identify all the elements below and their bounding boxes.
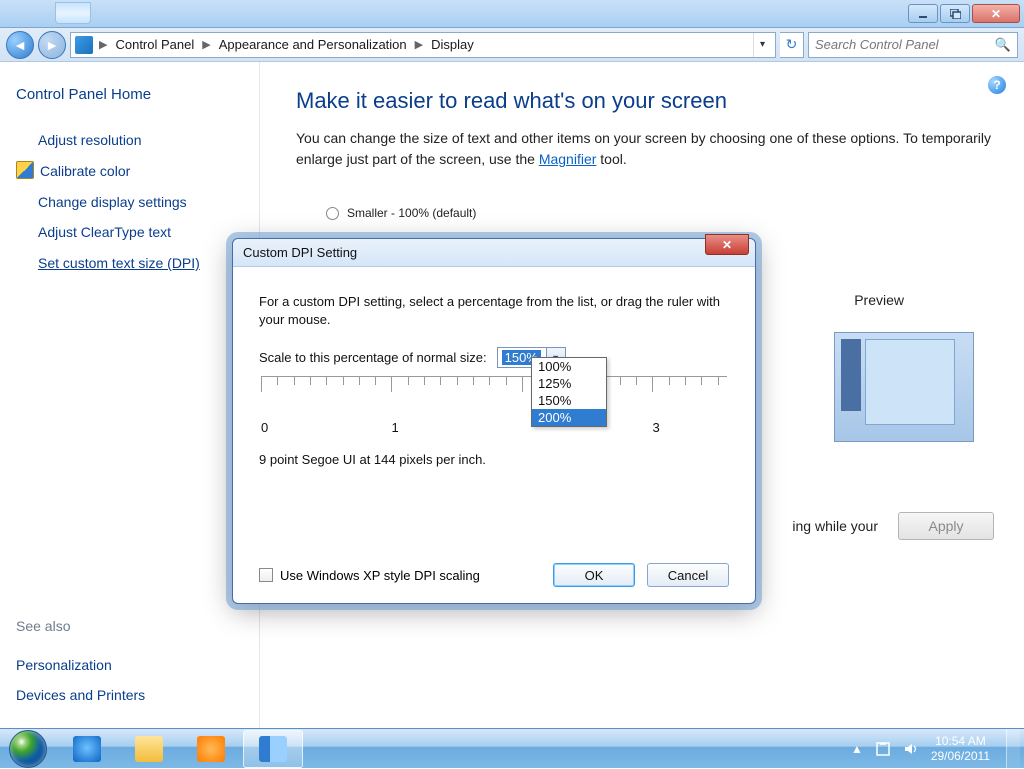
- crumb-appearance[interactable]: Appearance and Personalization: [215, 37, 411, 52]
- radio-icon[interactable]: [326, 207, 339, 220]
- sidebar-item-change-settings[interactable]: Change display settings: [38, 187, 243, 218]
- magnifier-link[interactable]: Magnifier: [539, 151, 597, 167]
- sidebar-item-custom-dpi[interactable]: Set custom text size (DPI): [38, 248, 243, 279]
- taskbar-clock[interactable]: 10:54 AM 29/06/2011: [931, 734, 990, 763]
- xp-scaling-label: Use Windows XP style DPI scaling: [280, 568, 480, 583]
- taskbar-explorer[interactable]: [119, 730, 179, 768]
- option-100[interactable]: 100%: [532, 358, 606, 375]
- option-200[interactable]: 200%: [532, 409, 606, 426]
- show-desktop-button[interactable]: [1006, 729, 1020, 769]
- option-125[interactable]: 125%: [532, 375, 606, 392]
- control-panel-icon: [259, 736, 287, 762]
- system-tray: ▲ 10:54 AM 29/06/2011: [851, 729, 1024, 769]
- help-icon[interactable]: ?: [988, 76, 1006, 94]
- search-icon[interactable]: 🔍: [995, 37, 1011, 53]
- sidebar-item-calibrate[interactable]: Calibrate color: [38, 156, 243, 187]
- windows-orb-icon: [9, 730, 47, 768]
- apply-button[interactable]: Apply: [898, 512, 994, 540]
- see-also-header: See also: [16, 612, 145, 641]
- ruler-label-0: 0: [261, 420, 268, 435]
- taskbar-wmp[interactable]: [181, 730, 241, 768]
- custom-dpi-dialog: Custom DPI Setting ✕ For a custom DPI se…: [232, 238, 756, 604]
- close-button[interactable]: ✕: [972, 4, 1020, 23]
- cancel-button[interactable]: Cancel: [647, 563, 729, 587]
- ie-icon: [73, 736, 101, 762]
- page-description: You can change the size of text and othe…: [296, 128, 1008, 170]
- dialog-title: Custom DPI Setting: [243, 245, 357, 260]
- sidebar-item-cleartype[interactable]: Adjust ClearType text: [38, 217, 243, 248]
- start-button[interactable]: [0, 729, 56, 769]
- preview-image: [834, 332, 974, 442]
- ok-button[interactable]: OK: [553, 563, 635, 587]
- chevron-right-icon[interactable]: ▶: [413, 38, 425, 51]
- taskbar-control-panel[interactable]: [243, 730, 303, 768]
- option-150[interactable]: 150%: [532, 392, 606, 409]
- control-panel-home-link[interactable]: Control Panel Home: [16, 86, 243, 103]
- crumb-control-panel[interactable]: Control Panel: [111, 37, 198, 52]
- scale-dropdown-list[interactable]: 100% 125% 150% 200%: [531, 357, 607, 427]
- crumb-display[interactable]: Display: [427, 37, 478, 52]
- action-center-icon[interactable]: [875, 741, 891, 757]
- apply-note: ing while your: [792, 518, 878, 534]
- dialog-close-button[interactable]: ✕: [705, 234, 749, 255]
- dialog-instruction: For a custom DPI setting, select a perce…: [259, 293, 729, 329]
- window-icon: [55, 2, 91, 24]
- ruler-label-3: 3: [652, 420, 659, 435]
- maximize-button[interactable]: [940, 4, 970, 23]
- address-bar-row: ◄ ► ▶ Control Panel ▶ Appearance and Per…: [0, 28, 1024, 62]
- page-title: Make it easier to read what's on your sc…: [296, 88, 1008, 114]
- taskbar: ▲ 10:54 AM 29/06/2011: [0, 728, 1024, 768]
- sidebar-item-resolution[interactable]: Adjust resolution: [38, 125, 243, 156]
- search-placeholder: Search Control Panel: [815, 37, 939, 52]
- chevron-right-icon[interactable]: ▶: [200, 38, 212, 51]
- display-icon: [75, 36, 93, 54]
- dpi-status: 9 point Segoe UI at 144 pixels per inch.: [259, 452, 729, 467]
- clock-time: 10:54 AM: [931, 734, 990, 748]
- ruler[interactable]: 0 1 3: [261, 376, 727, 438]
- see-also-section: See also Personalization Devices and Pri…: [16, 612, 145, 710]
- volume-icon[interactable]: [903, 741, 919, 757]
- address-dropdown[interactable]: ▾: [753, 33, 771, 57]
- window-titlebar: ✕: [0, 0, 1024, 28]
- refresh-button[interactable]: ↻: [780, 32, 804, 58]
- back-button[interactable]: ◄: [6, 31, 34, 59]
- preview-label: Preview: [854, 292, 904, 308]
- address-bar[interactable]: ▶ Control Panel ▶ Appearance and Persona…: [70, 32, 776, 58]
- taskbar-ie[interactable]: [57, 730, 117, 768]
- xp-scaling-checkbox[interactable]: [259, 568, 273, 582]
- search-input[interactable]: Search Control Panel 🔍: [808, 32, 1018, 58]
- wmp-icon: [197, 736, 225, 762]
- scale-label: Scale to this percentage of normal size:: [259, 350, 487, 365]
- chevron-right-icon[interactable]: ▶: [97, 38, 109, 51]
- forward-button[interactable]: ►: [38, 31, 66, 59]
- radio-smaller-row[interactable]: Smaller - 100% (default): [326, 206, 1008, 220]
- see-also-personalization[interactable]: Personalization: [16, 651, 145, 680]
- minimize-button[interactable]: [908, 4, 938, 23]
- radio-smaller-label: Smaller - 100% (default): [347, 206, 476, 220]
- tray-overflow-icon[interactable]: ▲: [851, 742, 863, 756]
- ruler-label-1: 1: [391, 420, 398, 435]
- dialog-titlebar[interactable]: Custom DPI Setting ✕: [233, 239, 755, 267]
- see-also-devices[interactable]: Devices and Printers: [16, 681, 145, 710]
- sidebar: Control Panel Home Adjust resolution Cal…: [0, 62, 260, 734]
- clock-date: 29/06/2011: [931, 749, 990, 763]
- folder-icon: [135, 736, 163, 762]
